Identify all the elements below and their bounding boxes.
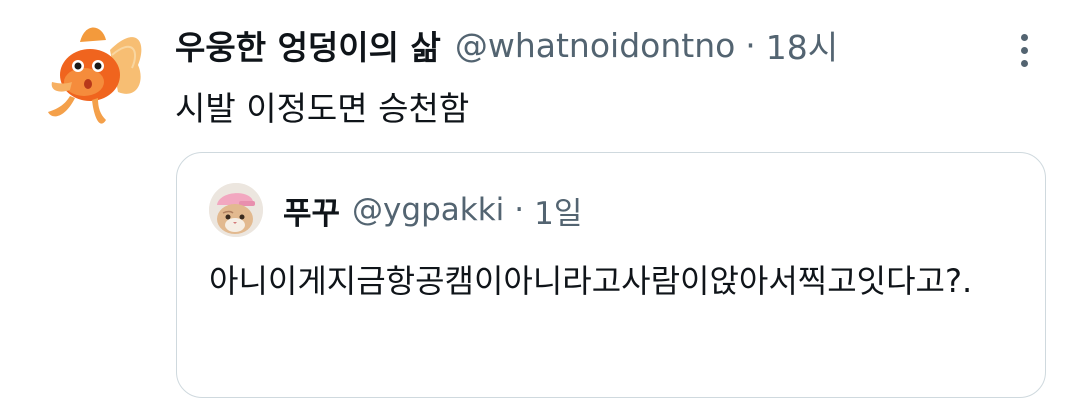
- cat-icon: [209, 183, 263, 237]
- quoted-tweet-card[interactable]: 푸꾸 @ygpakki · 1일 아니이게지금항공캠이아니라고사람이앉아서찍고잇…: [176, 152, 1046, 398]
- quoted-author-display-name[interactable]: 푸꾸: [283, 188, 340, 233]
- author-avatar[interactable]: [40, 20, 150, 135]
- tweet-text: 시발 이정도면 승천함: [175, 89, 470, 128]
- quoted-author-avatar[interactable]: [209, 183, 263, 237]
- separator-dot: ·: [745, 25, 756, 65]
- quoted-tweet-header: 푸꾸 @ygpakki · 1일: [283, 187, 582, 233]
- more-options-icon[interactable]: [1008, 28, 1040, 72]
- author-handle[interactable]: @whatnoidontno: [455, 26, 735, 65]
- quoted-tweet-text: 아니이게지금항공캠이아니라고사람이앉아서찍고잇다고?.: [209, 262, 973, 300]
- tweet-timestamp[interactable]: 18시: [766, 21, 838, 69]
- goldfish-icon: [48, 27, 142, 124]
- tweet[interactable]: 우웅한 엉덩이의 삶 @whatnoidontno · 18시 시발 이정도면 …: [0, 0, 1080, 410]
- tweet-header: 우웅한 엉덩이의 삶 @whatnoidontno · 18시: [175, 20, 838, 70]
- quoted-separator-dot: ·: [514, 192, 525, 228]
- author-display-name[interactable]: 우웅한 엉덩이의 삶: [175, 21, 441, 69]
- quoted-author-handle[interactable]: @ygpakki: [352, 192, 504, 228]
- quoted-tweet-timestamp[interactable]: 1일: [534, 188, 582, 233]
